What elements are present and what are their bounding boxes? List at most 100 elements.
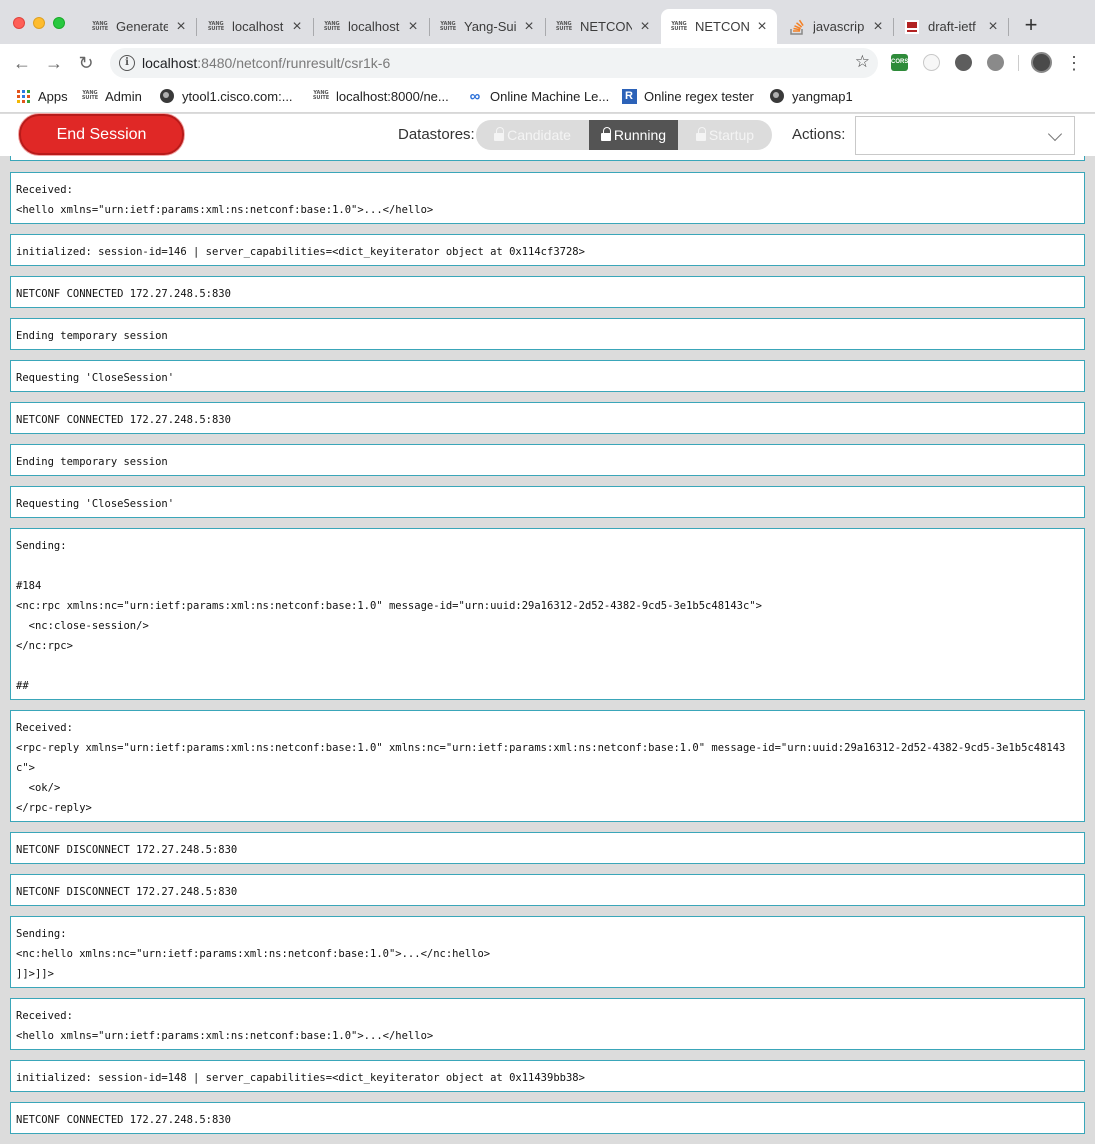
datastore-label: Candidate	[507, 127, 571, 143]
tab-yang-suite[interactable]: YANG SUITE Yang-Sui ×	[430, 9, 544, 44]
session-log[interactable]: Received: <hello xmlns="urn:ietf:params:…	[0, 156, 1095, 1144]
log-entry: Sending: <nc:hello xmlns:nc="urn:ietf:pa…	[10, 916, 1085, 988]
tab-netconf-1[interactable]: YANGSUITE NETCONI ×	[546, 9, 660, 44]
bookmark-localhost[interactable]: YANG SUITE localhost:8000/ne...	[313, 88, 449, 104]
tab-generate[interactable]: YANG SUITE Generate ×	[82, 9, 196, 44]
bookmark-label: localhost:8000/ne...	[336, 88, 449, 104]
datastore-toggle-group: Candidate Running Startup	[476, 120, 772, 150]
bookmark-apps[interactable]: Apps	[15, 88, 68, 104]
tab-title: localhost	[232, 19, 284, 34]
log-entry: Received: <hello xmlns="urn:ietf:params:…	[10, 172, 1085, 224]
ietf-html-icon	[904, 19, 920, 35]
chevron-down-icon	[1047, 126, 1063, 142]
datastore-startup-button[interactable]: Startup	[678, 120, 772, 150]
tab-netconf-active[interactable]: YANG SUITE NETCONI ×	[661, 9, 777, 44]
session-toolbar: End Session Datastores: Candidate Runnin…	[0, 114, 1095, 156]
datastores-label: Datastores:	[398, 126, 475, 143]
globe-icon	[159, 88, 175, 104]
tab-strip: YANG SUITE Generate × YANG SUITE localhost…	[0, 0, 1095, 44]
lock-icon	[494, 126, 505, 142]
bookmark-label: Admin	[105, 88, 142, 104]
link-chain-icon: ∞	[469, 87, 481, 105]
log-entry: NETCONF DISCONNECT 172.27.248.5:830	[10, 874, 1085, 906]
close-tab-icon[interactable]: ×	[290, 18, 304, 34]
regex-r-icon: R	[621, 88, 637, 104]
profile-avatar[interactable]	[1031, 52, 1052, 73]
log-entry: Received: <rpc-reply xmlns="urn:ietf:par…	[10, 710, 1085, 822]
lock-icon	[695, 126, 706, 142]
cors-extension-icon[interactable]: CORS	[891, 54, 908, 71]
stackoverflow-icon	[789, 19, 805, 35]
new-tab-button[interactable]: +	[1021, 14, 1041, 36]
tab-draft-ietf[interactable]: draft-ietf ×	[894, 9, 1008, 44]
tab-title: NETCONI	[695, 19, 749, 34]
log-entry: Requesting 'CloseSession'	[10, 486, 1085, 518]
actions-label: Actions:	[792, 126, 846, 143]
log-entry: initialized: session-id=148 | server_cap…	[10, 1060, 1085, 1092]
bookmark-yangmap[interactable]: yangmap1	[769, 88, 853, 104]
forward-arrow-icon[interactable]: →	[43, 52, 65, 74]
address-bar[interactable]: i localhost:8480/netconf/runresult/csr1k…	[110, 48, 878, 78]
bookmark-admin[interactable]: YANG SUITE Admin	[82, 88, 142, 104]
close-tab-icon[interactable]: ×	[522, 18, 536, 34]
cors-extension-label: CORS	[891, 59, 909, 65]
yang-suite-icon: YANG SUITE	[670, 20, 688, 32]
extension-icon[interactable]	[955, 54, 972, 71]
tab-javascript[interactable]: javascrip ×	[779, 9, 893, 44]
bookmark-ytool[interactable]: ytool1.cisco.com:...	[159, 88, 293, 104]
more-menu-icon[interactable]: ⋮	[1065, 52, 1083, 74]
close-tab-icon[interactable]: ×	[406, 18, 420, 34]
datastore-candidate-button[interactable]: Candidate	[476, 120, 589, 150]
bookmarks-bar: Apps YANG SUITE Admin ytool1.cisco.com:..…	[0, 81, 1095, 113]
tab-localhost-1[interactable]: YANG SUITE localhost ×	[198, 9, 312, 44]
tab-title: draft-ietf	[928, 19, 976, 34]
bookmark-star-icon[interactable]: ☆	[855, 52, 870, 72]
yang-suite-icon: YANG SUITE	[555, 20, 573, 32]
yang-suite-icon: YANG SUITE	[81, 90, 99, 101]
bookmark-label: Online regex tester	[644, 88, 754, 104]
yang-suite-icon: YANG SUITE	[207, 20, 225, 32]
log-entry-partial	[10, 156, 1085, 161]
apps-grid-icon	[15, 88, 31, 104]
reload-icon[interactable]: ↻	[75, 52, 97, 74]
close-tab-icon[interactable]: ×	[986, 18, 1000, 34]
log-entry: NETCONF CONNECTED 172.27.248.5:830	[10, 276, 1085, 308]
tab-localhost-2[interactable]: YANG SUITE localhost ×	[314, 9, 428, 44]
log-entry: NETCONF DISCONNECT 172.27.248.5:830	[10, 832, 1085, 864]
close-tab-icon[interactable]: ×	[871, 18, 885, 34]
tab-divider	[196, 18, 197, 36]
zoom-window-button[interactable]	[53, 17, 65, 29]
minimize-window-button[interactable]	[33, 17, 45, 29]
bookmark-label: yangmap1	[792, 88, 853, 104]
bookmark-label: Online Machine Le...	[490, 88, 610, 104]
close-tab-icon[interactable]: ×	[174, 18, 188, 34]
tab-title: Yang-Sui	[464, 19, 516, 34]
tab-title: localhost	[348, 19, 400, 34]
toolbar-divider	[1018, 55, 1019, 71]
close-tab-icon[interactable]: ×	[638, 18, 652, 34]
extension-icon[interactable]	[987, 54, 1004, 71]
yang-suite-icon: YANG SUITE	[323, 20, 341, 32]
datastore-label: Startup	[708, 127, 755, 143]
actions-select[interactable]	[855, 116, 1075, 155]
bookmark-online-ml[interactable]: ∞ Online Machine Le...	[467, 87, 610, 105]
datastore-label: Running	[613, 127, 667, 143]
log-entry: Requesting 'CloseSession'	[10, 360, 1085, 392]
log-entry: NETCONF CONNECTED 172.27.248.5:830	[10, 1102, 1085, 1134]
tab-title: Generate	[116, 19, 168, 34]
url-text[interactable]: localhost:8480/netconf/runresult/csr1k-6	[142, 55, 390, 71]
back-arrow-icon[interactable]: ←	[11, 52, 33, 74]
site-info-icon[interactable]: i	[119, 55, 135, 71]
react-devtools-icon[interactable]	[923, 54, 940, 71]
lock-icon	[600, 126, 611, 142]
url-path: :8480/netconf/runresult/csr1k-6	[197, 55, 391, 71]
bookmark-regex-tester[interactable]: R Online regex tester	[621, 88, 754, 104]
datastore-running-button[interactable]: Running	[589, 120, 678, 150]
log-entry: Received: <hello xmlns="urn:ietf:params:…	[10, 998, 1085, 1050]
close-window-button[interactable]	[13, 17, 25, 29]
end-session-button[interactable]: End Session	[19, 114, 184, 155]
yang-suite-icon: YANG SUITE	[91, 20, 109, 32]
close-tab-icon[interactable]: ×	[755, 18, 769, 34]
bookmark-label: Apps	[38, 88, 68, 104]
log-entry: Ending temporary session	[10, 444, 1085, 476]
